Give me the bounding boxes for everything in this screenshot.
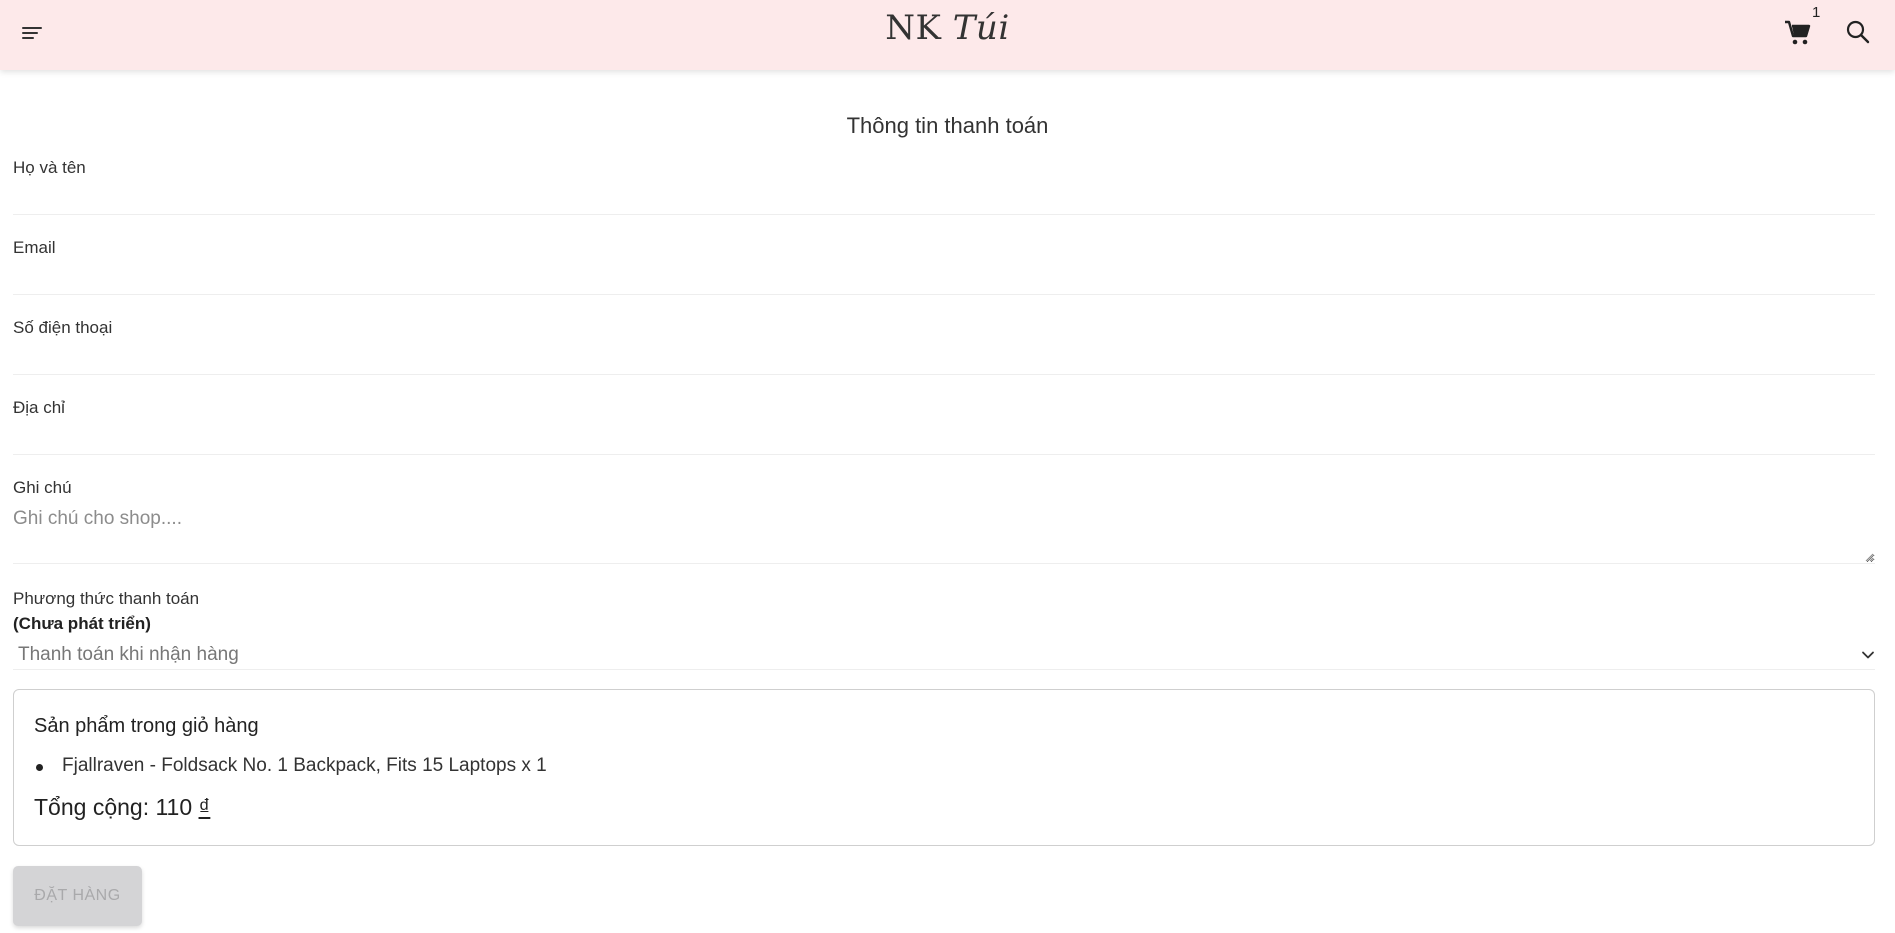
chevron-down-icon [1862,651,1874,659]
phone-label: Số điện thoại [13,318,113,337]
email-label: Email [13,238,56,257]
payment-method-label: Phương thức thanh toán [13,589,200,608]
fullname-field[interactable] [13,183,1875,215]
cart-count-badge: 1 [1812,4,1821,21]
list-bullet [36,764,43,771]
cart-summary-title: Sản phẩm trong giỏ hàng [34,715,259,737]
page-title: Thông tin thanh toán [846,113,1049,138]
brand-logo[interactable]: NK Túi [0,8,1895,48]
place-order-button[interactable]: ĐẶT HÀNG [13,866,142,926]
search-icon[interactable] [1844,18,1872,46]
payment-method-value: Thanh toán khi nhận hàng [18,644,239,665]
phone-field[interactable] [13,343,1875,375]
note-textarea[interactable] [13,502,1875,564]
cart-total: Tổng cộng: 110 ₫ [34,794,210,821]
cart-summary: Sản phẩm trong giỏ hàng Fjallraven - Fol… [13,689,1875,846]
currency-symbol: ₫ [198,794,211,820]
address-field[interactable] [13,423,1875,455]
cart-icon[interactable] [1783,17,1813,47]
resize-grip-icon[interactable] [1864,552,1874,562]
logo-name: Túi [952,8,1010,48]
email-field[interactable] [13,263,1875,295]
logo-prefix: NK [885,8,942,48]
fullname-label: Họ và tên [13,158,86,177]
payment-method-note: (Chưa phát triển) [13,614,151,633]
payment-method-select[interactable]: Thanh toán khi nhận hàng [13,640,1875,670]
cart-total-value: Tổng cộng: 110 [34,794,193,820]
note-label: Ghi chú [13,478,72,497]
top-header: NK Túi 1 [0,0,1895,70]
cart-item: Fjallraven - Foldsack No. 1 Backpack, Fi… [62,755,547,776]
address-label: Địa chỉ [13,398,65,417]
